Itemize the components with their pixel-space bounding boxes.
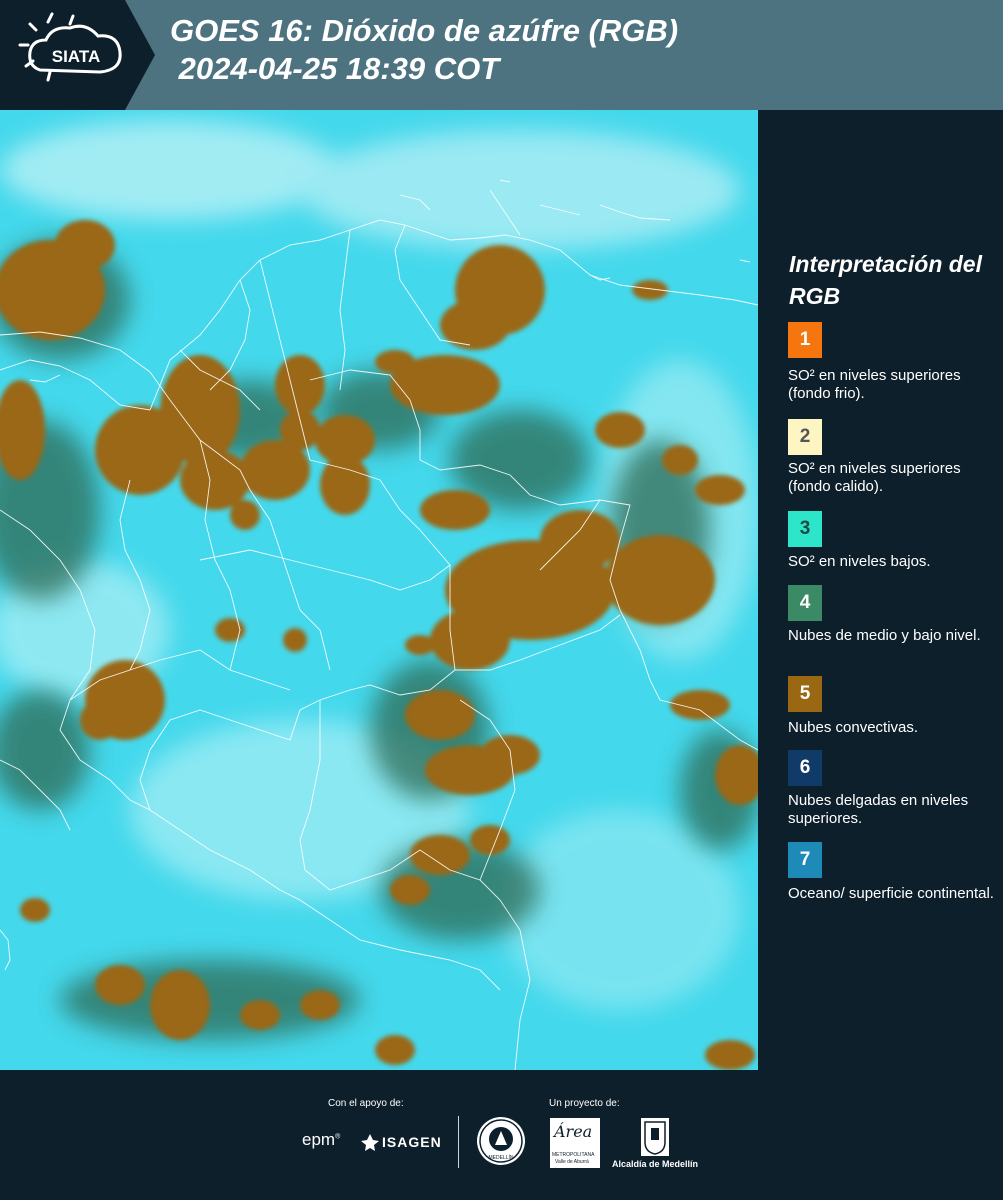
title-timestamp: 2024-04-25 18:39 COT [170, 51, 500, 86]
legend-swatch-1: 1 [788, 322, 822, 358]
satellite-rgb-map [0, 110, 758, 1070]
legend-swatch-3: 3 [788, 511, 822, 547]
header-bar: SIATA GOES 16: Dióxido de azúfre (RGB) 2… [0, 0, 1003, 110]
footer-sponsors: Con el apoyo de: Un proyecto de: epm® IS… [0, 1070, 1003, 1200]
isagen-logo: ISAGEN [360, 1132, 442, 1152]
alcaldia-text: Alcaldía de Medellín [612, 1159, 699, 1169]
area-metropolitana-logo: Área METROPOLITANA Valle de Aburrá [550, 1118, 600, 1168]
legend-swatch-2: 2 [788, 419, 822, 455]
footer-divider [458, 1116, 459, 1168]
svg-text:MEDELLÍN: MEDELLÍN [488, 1154, 513, 1161]
legend-title: Interpretación del RGB [789, 251, 982, 309]
epm-logo: epm® [302, 1130, 341, 1149]
svg-text:SIATA: SIATA [52, 47, 100, 66]
page-title: GOES 16: Dióxido de azúfre (RGB) 2024-04… [170, 12, 678, 88]
project-label: Un proyecto de: [549, 1098, 620, 1109]
legend-swatch-5: 5 [788, 676, 822, 712]
rgb-legend-panel: Interpretación del RGB 1 SO² en niveles … [760, 110, 1003, 1070]
legend-item-1-text: SO² en niveles superiores (fondo frio). [788, 367, 961, 402]
support-label: Con el apoyo de: [328, 1098, 404, 1109]
isagen-icon [361, 1134, 379, 1151]
legend-item-3-text: SO² en niveles bajos. [788, 553, 931, 570]
legend-item-4-text: Nubes de medio y bajo nivel. [788, 627, 981, 644]
siata-logo: SIATA [0, 0, 160, 110]
legend-item-2-text: SO² en niveles superiores (fondo calido)… [788, 460, 961, 495]
legend-swatch-6: 6 [788, 750, 822, 786]
medellin-seal: MEDELLÍN [477, 1117, 525, 1165]
alcaldia-shield-icon [641, 1118, 669, 1156]
legend-item-6-text: Nubes delgadas en niveles superiores. [788, 792, 969, 827]
legend-item-5-text: Nubes convectivas. [788, 719, 919, 736]
legend-item-7-text: Oceano/ superficie continental. [788, 885, 994, 902]
title-product: GOES 16: Dióxido de azúfre (RGB) [170, 13, 679, 48]
map-canvas [0, 110, 758, 1070]
legend-swatch-4: 4 [788, 585, 822, 621]
legend-swatch-7: 7 [788, 842, 822, 878]
